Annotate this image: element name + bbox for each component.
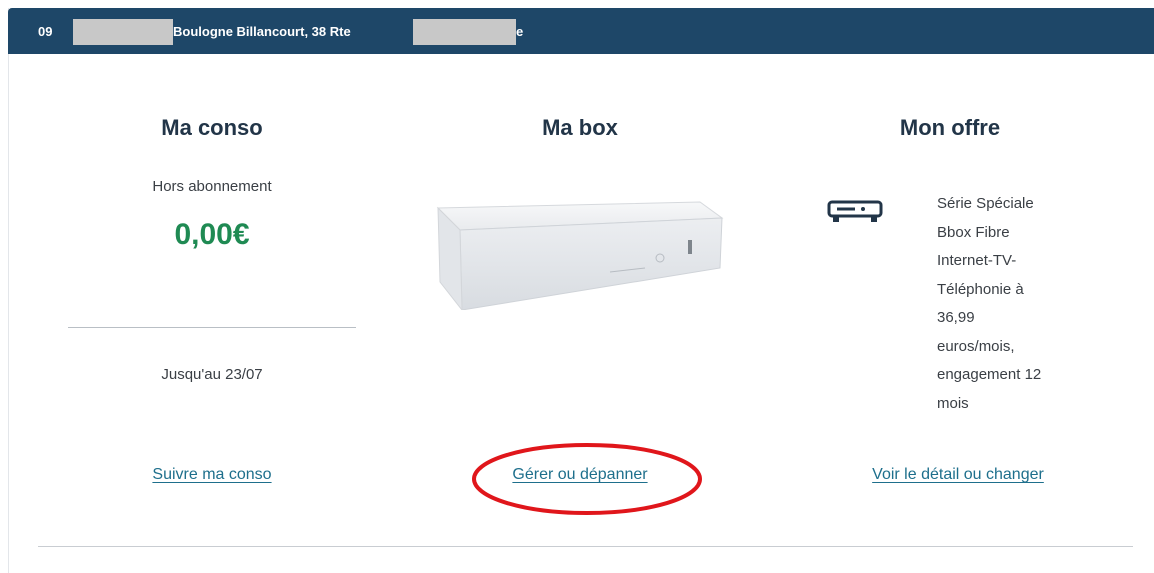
line-header-bar: 09 Boulogne Billancourt, 38 Rte e — [8, 8, 1154, 54]
line-address-suffix: e — [516, 24, 524, 39]
bbox-device-icon — [827, 200, 883, 222]
line-address: Boulogne Billancourt, 38 Rte — [173, 24, 351, 39]
redacted-address — [413, 19, 516, 45]
bbox-image — [436, 201, 724, 310]
follow-conso-link[interactable]: Suivre ma conso — [62, 466, 362, 484]
conso-title: Ma conso — [161, 115, 263, 140]
conso-until-date: Jusqu'au 23/07 — [161, 366, 263, 383]
page: 09 Boulogne Billancourt, 38 Rte e Ma con… — [0, 0, 1154, 573]
conso-divider — [68, 327, 356, 328]
conso-subtitle: Hors abonnement — [152, 178, 272, 195]
offre-title: Mon offre — [899, 115, 1001, 140]
bottom-divider — [38, 546, 1133, 547]
view-offer-link[interactable]: Voir le détail ou changer — [808, 466, 1108, 484]
line-number: 09 — [38, 24, 53, 39]
box-title: Ma box — [542, 115, 618, 140]
redacted-phone — [73, 19, 173, 45]
manage-box-link[interactable]: Gérer ou dépanner — [430, 466, 730, 484]
offre-description: Série Spéciale Bbox Fibre Internet-TV- T… — [937, 195, 1042, 412]
conso-amount: 0,00€ — [174, 218, 250, 251]
